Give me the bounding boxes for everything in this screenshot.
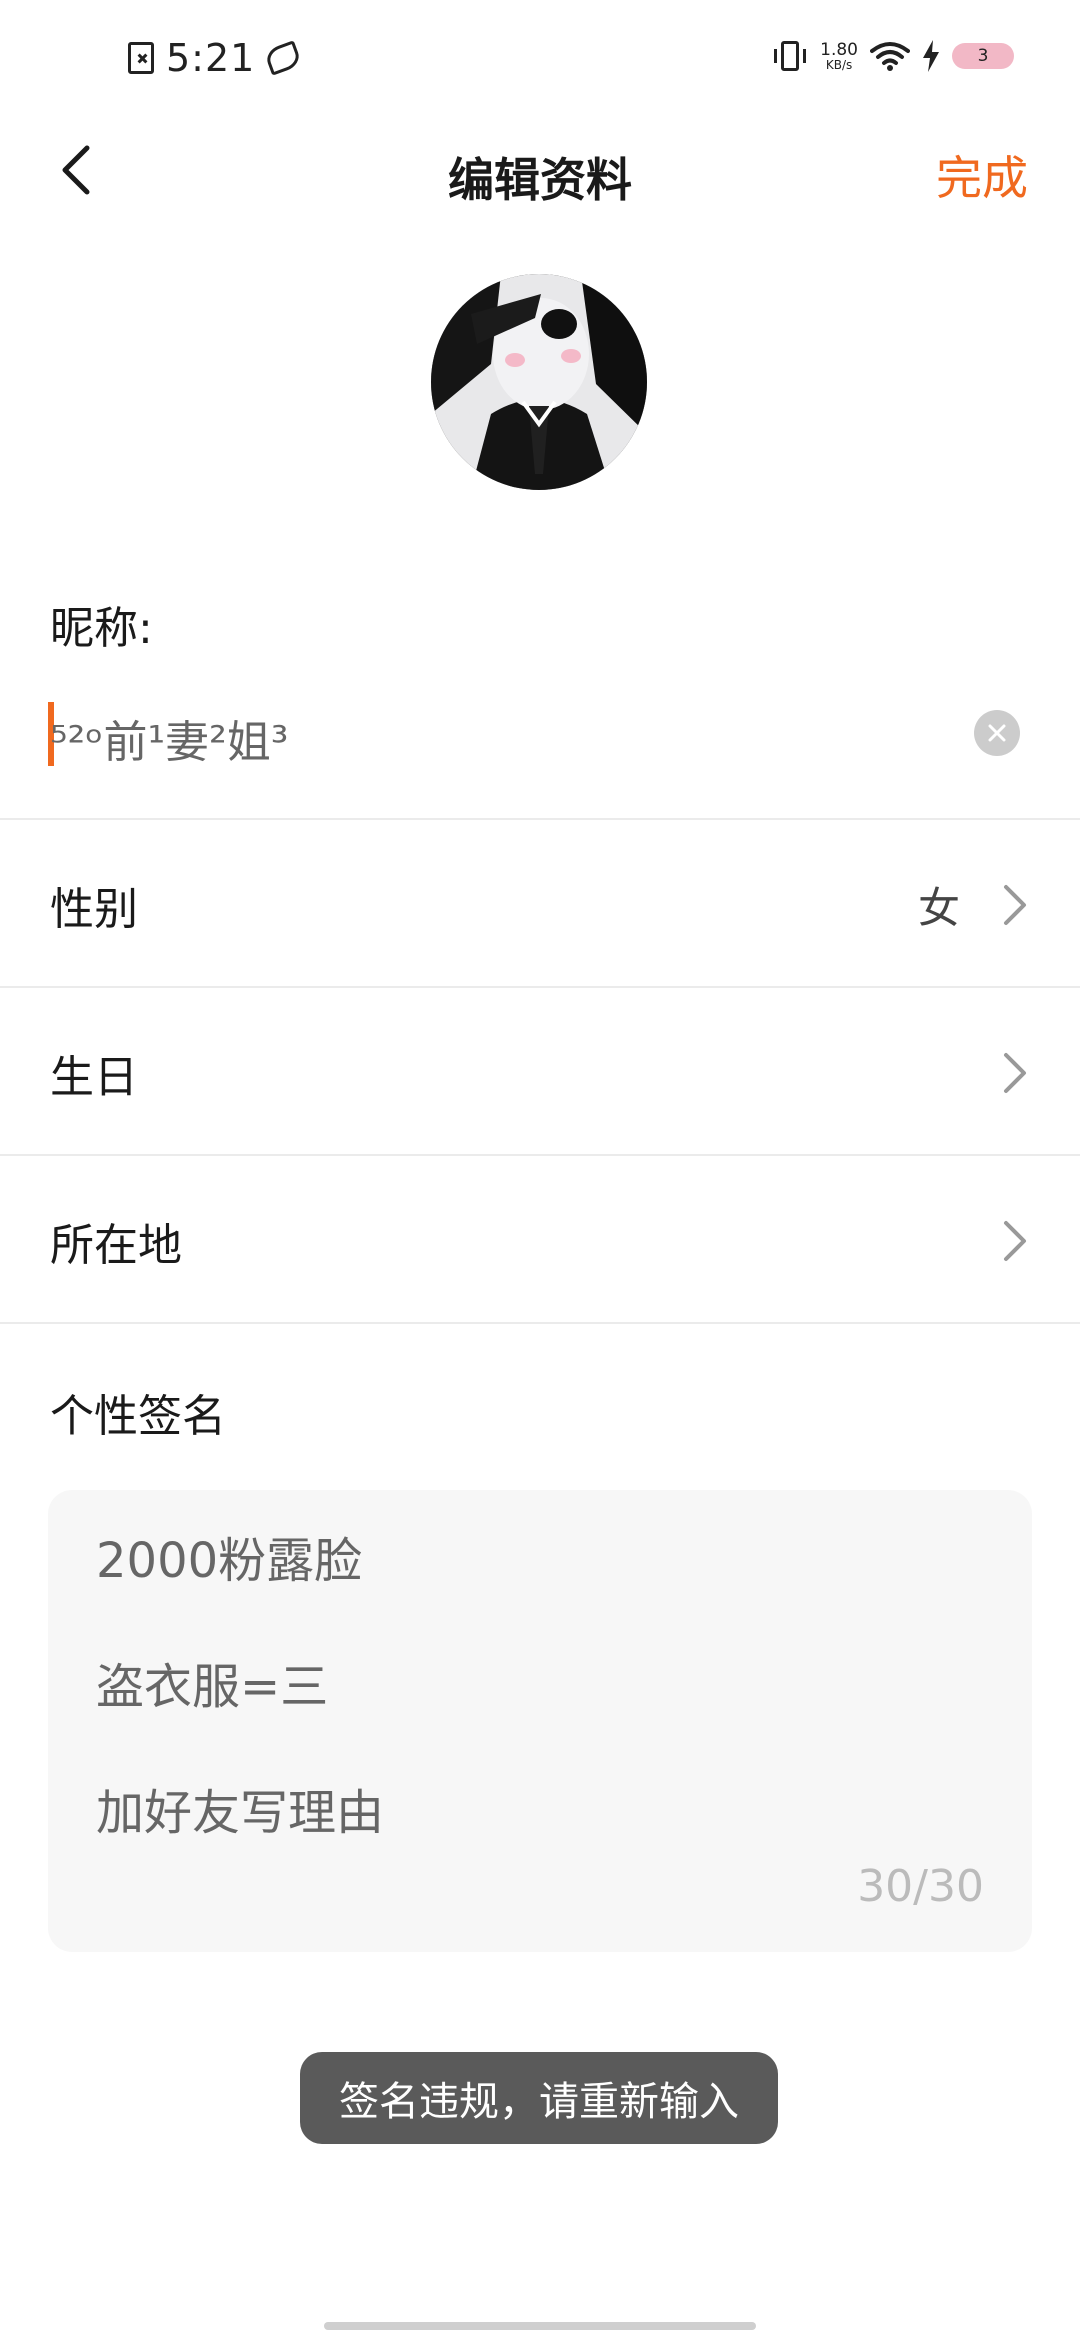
vibrate-icon (772, 41, 808, 71)
avatar[interactable] (431, 274, 647, 490)
chevron-right-icon (1000, 1219, 1030, 1263)
top-nav-bar: 编辑资料 完成 (0, 120, 1080, 220)
divider (0, 1154, 1080, 1156)
nickname-value[interactable]: ⁵²ᵒ前¹妻²姐³ (50, 706, 288, 770)
nickname-label: 昵称: (50, 603, 153, 654)
divider (0, 986, 1080, 988)
network-speed: 1.80 KB/s (820, 39, 858, 72)
gender-label: 性别 (50, 884, 138, 935)
gender-value: 女 (917, 883, 960, 933)
charging-icon (922, 40, 940, 72)
nickname-input[interactable]: ⁵²ᵒ前¹妻²姐³ (48, 700, 1028, 768)
divider (0, 1322, 1080, 1324)
page-title: 编辑资料 (448, 153, 632, 207)
character-counter: 30/30 (857, 1861, 984, 1912)
network-speed-value: 1.80 (820, 39, 858, 60)
divider (0, 818, 1080, 820)
home-indicator[interactable] (324, 2322, 756, 2330)
done-button[interactable]: 完成 (936, 142, 1028, 208)
gender-row[interactable]: 性别 女 (0, 822, 1080, 988)
error-toast: 签名违规，请重新输入 (300, 2052, 778, 2144)
birthday-label: 生日 (50, 1052, 138, 1103)
clear-input-icon[interactable] (974, 710, 1020, 756)
status-right: 1.80 KB/s 3 (772, 40, 1014, 72)
signature-textarea[interactable]: 2000粉露脸 盗衣服=三 加好友写理由 30/30 (48, 1490, 1032, 1952)
network-speed-unit: KB/s (825, 57, 853, 72)
location-row[interactable]: 所在地 (0, 1158, 1080, 1324)
status-time: 5:21 (166, 36, 256, 80)
status-left: 5:21 (128, 36, 303, 80)
location-label: 所在地 (50, 1220, 182, 1271)
wifi-icon (870, 41, 910, 71)
chevron-right-icon (1000, 883, 1030, 927)
battery-indicator: 3 (952, 43, 1014, 69)
signature-text[interactable]: 2000粉露脸 盗衣服=三 加好友写理由 (96, 1498, 384, 1876)
chevron-right-icon (1000, 1051, 1030, 1095)
leaf-icon (263, 40, 303, 76)
birthday-row[interactable]: 生日 (0, 990, 1080, 1156)
status-bar: 5:21 1.80 KB/s 3 (0, 0, 1080, 120)
signature-label: 个性签名 (50, 1391, 226, 1442)
no-sim-icon (128, 42, 154, 74)
